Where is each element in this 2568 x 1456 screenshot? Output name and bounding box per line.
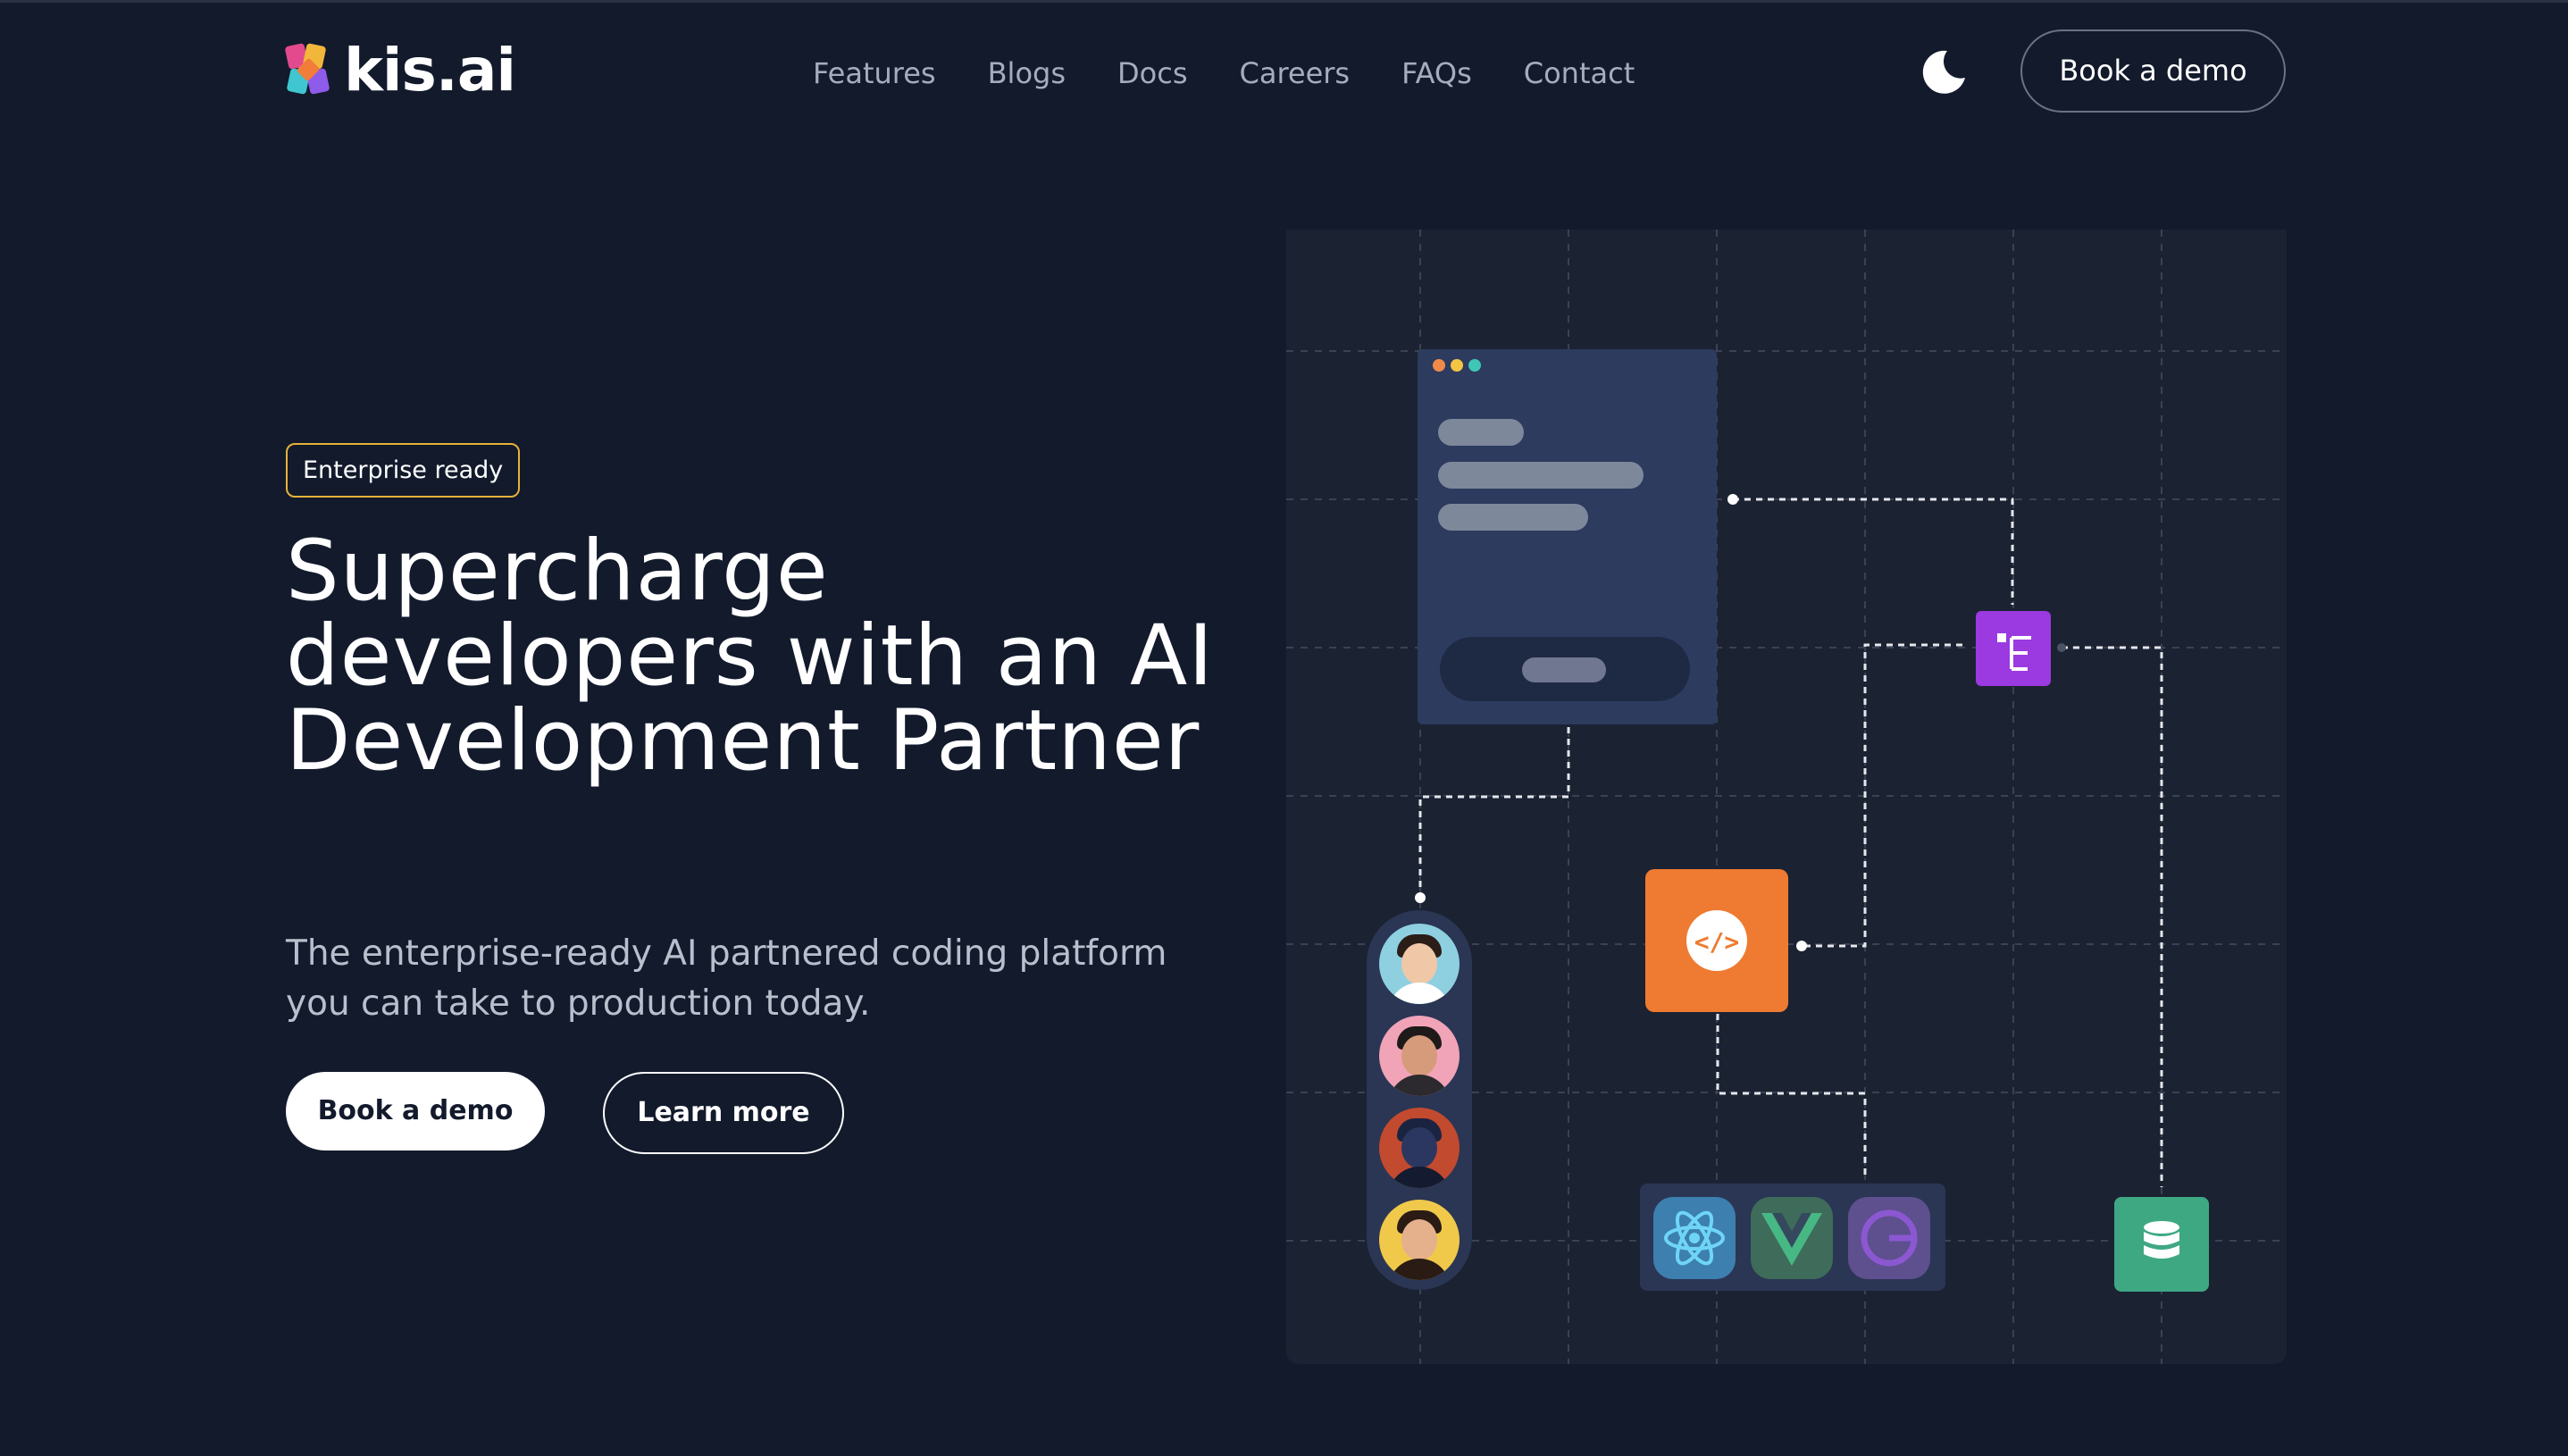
hero-subtitle: The enterprise-ready AI partnered coding… bbox=[286, 933, 1167, 1024]
top-border bbox=[0, 0, 2568, 3]
learn-more-button[interactable]: Learn more bbox=[603, 1072, 844, 1154]
framework-tray bbox=[1640, 1184, 1945, 1291]
nav-item-contact[interactable]: Contact bbox=[1524, 54, 1635, 93]
logo-mark-icon bbox=[285, 43, 330, 95]
gatsby-icon bbox=[1848, 1197, 1930, 1279]
main-nav: Features Blogs Docs Careers FAQs Contact bbox=[813, 54, 1686, 93]
avatar bbox=[1379, 1200, 1460, 1280]
svg-text:</>: </> bbox=[1694, 927, 1740, 957]
code-node: </> bbox=[1645, 869, 1788, 1012]
brand-name: kis.ai bbox=[344, 36, 516, 105]
tree-node bbox=[1976, 611, 2051, 686]
avatar bbox=[1379, 924, 1460, 1004]
book-demo-header-button[interactable]: Book a demo bbox=[2020, 29, 2286, 113]
nav-item-docs[interactable]: Docs bbox=[1117, 54, 1187, 93]
enterprise-ready-badge: Enterprise ready bbox=[286, 443, 521, 498]
nav-item-faqs[interactable]: FAQs bbox=[1401, 54, 1472, 93]
connector-dot bbox=[1415, 892, 1426, 903]
react-icon bbox=[1653, 1197, 1736, 1279]
workflow-diagram: </> bbox=[1286, 230, 2287, 1364]
hero-headline: Supercharge developers with an AI Develo… bbox=[286, 523, 1214, 790]
window-card bbox=[1418, 349, 1717, 724]
nav-item-careers[interactable]: Careers bbox=[1239, 54, 1350, 93]
connector-dot bbox=[1727, 494, 1738, 505]
nav-item-blogs[interactable]: Blogs bbox=[988, 54, 1066, 93]
book-demo-button[interactable]: Book a demo bbox=[286, 1072, 545, 1151]
avatar bbox=[1379, 1108, 1460, 1188]
database-node bbox=[2114, 1197, 2209, 1292]
brand-logo[interactable]: kis.ai bbox=[285, 36, 516, 105]
connector-dot bbox=[1796, 941, 1807, 951]
moon-icon[interactable] bbox=[1920, 47, 1969, 96]
vue-icon bbox=[1751, 1197, 1833, 1279]
connector-dot bbox=[2057, 643, 2066, 652]
workflow-illustration: </> bbox=[1286, 230, 2287, 1364]
nav-item-features[interactable]: Features bbox=[813, 54, 936, 93]
avatar bbox=[1379, 1016, 1460, 1096]
